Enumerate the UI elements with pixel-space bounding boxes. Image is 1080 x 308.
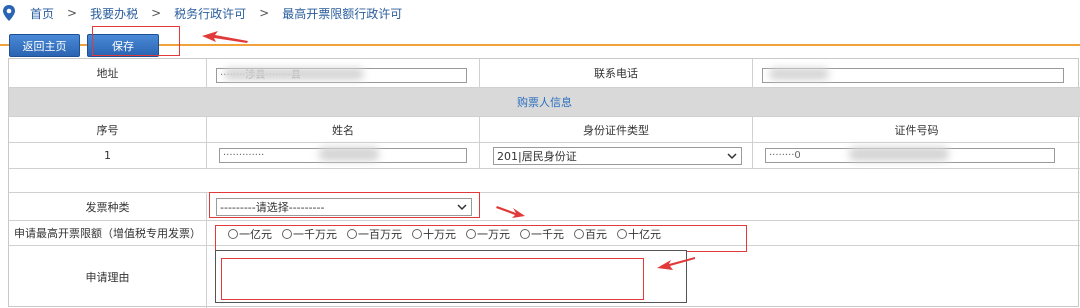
redaction-blur (769, 68, 829, 80)
buyer-section-header: 购票人信息 (9, 88, 1080, 117)
address-label: 地址 (9, 59, 207, 88)
invoice-type-highlight-box (209, 192, 480, 218)
save-highlight-box (92, 26, 180, 56)
reason-highlight-box (221, 258, 644, 300)
invoice-type-label: 发票种类 (9, 193, 207, 221)
breadcrumb-separator: > (67, 6, 78, 20)
redaction-blur (849, 147, 949, 161)
column-header-index: 序号 (9, 117, 207, 143)
reason-label: 申请理由 (9, 246, 207, 308)
breadcrumb-home[interactable]: 首页 (30, 5, 54, 22)
permit-form: 地址 ········涉县········县 联系电话 购票人信息 序号 姓名 … (8, 58, 1080, 308)
redaction-blur (319, 147, 379, 161)
limit-label: 申请最高开票限额（增值税专用发票） (9, 221, 207, 246)
chevron-down-icon (727, 152, 737, 159)
breadcrumb-current[interactable]: 最高开票限额行政许可 (282, 5, 402, 22)
breadcrumb: 首页 > 我要办税 > 税务行政许可 > 最高开票限额行政许可 (0, 4, 402, 22)
arrow-icon (496, 206, 525, 218)
redaction-blur (224, 68, 364, 80)
column-header-id-number: 证件号码 (753, 117, 1080, 143)
arrow-icon (657, 257, 695, 270)
id-type-select[interactable]: 201|居民身份证 (493, 147, 742, 165)
breadcrumb-tax[interactable]: 我要办税 (90, 5, 138, 22)
id-type-value: 201|居民身份证 (497, 150, 577, 163)
column-header-id-type: 身份证件类型 (480, 117, 753, 143)
arrow-icon (202, 31, 248, 43)
breadcrumb-separator: > (259, 6, 270, 20)
map-pin-icon (3, 5, 15, 21)
phone-label: 联系电话 (480, 59, 753, 88)
breadcrumb-permit[interactable]: 税务行政许可 (174, 5, 246, 22)
spacer-row (9, 169, 1080, 193)
buyer-index: 1 (9, 143, 207, 169)
breadcrumb-separator: > (151, 6, 162, 20)
column-header-name: 姓名 (207, 117, 480, 143)
home-button[interactable]: 返回主页 (9, 34, 80, 57)
